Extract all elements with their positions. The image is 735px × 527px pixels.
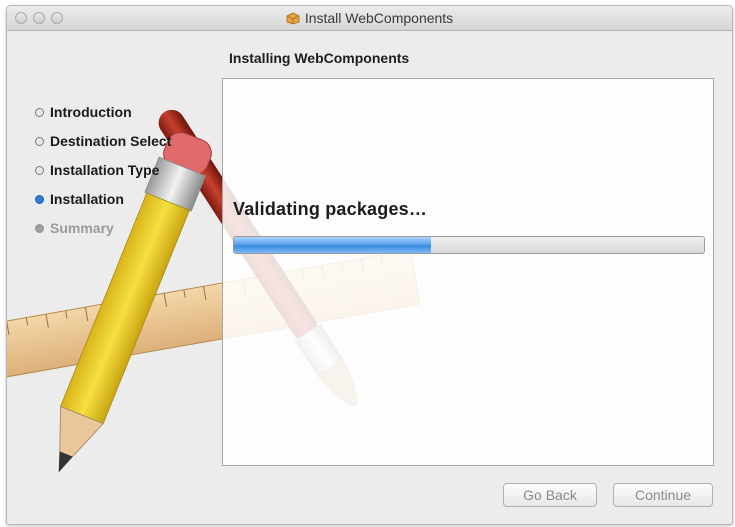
step-bullet-current [35, 195, 44, 204]
step-introduction: Introduction [35, 104, 171, 133]
window-title: Install WebComponents [7, 10, 732, 28]
installer-window: Install WebComponents Installing WebComp… [6, 5, 733, 525]
step-bullet [35, 166, 44, 175]
step-bullet [35, 137, 44, 146]
package-icon [286, 11, 300, 28]
step-installation: Installation [35, 191, 171, 220]
step-summary: Summary [35, 220, 171, 249]
page-heading: Installing WebComponents [229, 50, 410, 66]
step-destination-select: Destination Select [35, 133, 171, 162]
installer-steps: Introduction Destination Select Installa… [35, 104, 171, 249]
title-bar: Install WebComponents [7, 6, 732, 31]
go-back-button[interactable]: Go Back [503, 483, 597, 507]
progress-bar [233, 236, 705, 254]
step-bullet [35, 108, 44, 117]
progress-fill [234, 237, 432, 253]
content-panel: Validating packages… [222, 78, 714, 466]
step-installation-type: Installation Type [35, 162, 171, 191]
window-title-text: Install WebComponents [304, 10, 454, 26]
step-bullet [35, 224, 44, 233]
continue-button[interactable]: Continue [613, 483, 713, 507]
status-text: Validating packages… [233, 199, 428, 219]
